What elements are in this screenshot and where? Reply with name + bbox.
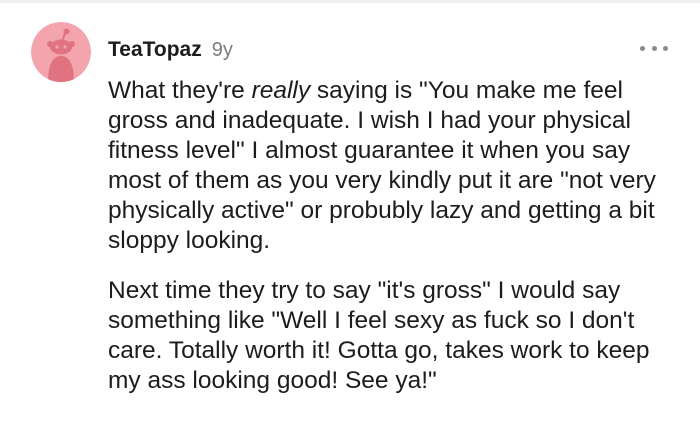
comment-body: What they're really saying is "You make … bbox=[108, 76, 678, 396]
dot bbox=[651, 45, 657, 51]
dot bbox=[640, 45, 645, 51]
comment-age[interactable]: 9y bbox=[212, 39, 233, 62]
snoo-avatar-icon bbox=[31, 22, 91, 82]
comment: TeaTopaz 9y What they're really saying i… bbox=[0, 0, 700, 436]
paragraph-1-lead: What they're bbox=[108, 77, 252, 104]
more-options-icon[interactable] bbox=[640, 40, 668, 56]
comment-header: TeaTopaz 9y bbox=[108, 38, 233, 64]
comment-paragraph-1: What they're really saying is "You make … bbox=[108, 76, 678, 256]
dot bbox=[663, 45, 668, 51]
username[interactable]: TeaTopaz bbox=[108, 38, 202, 62]
emphasis-text: really bbox=[251, 77, 311, 104]
comment-paragraph-2: Next time they try to say "it's gross" I… bbox=[108, 277, 650, 394]
user-avatar[interactable] bbox=[31, 22, 91, 82]
